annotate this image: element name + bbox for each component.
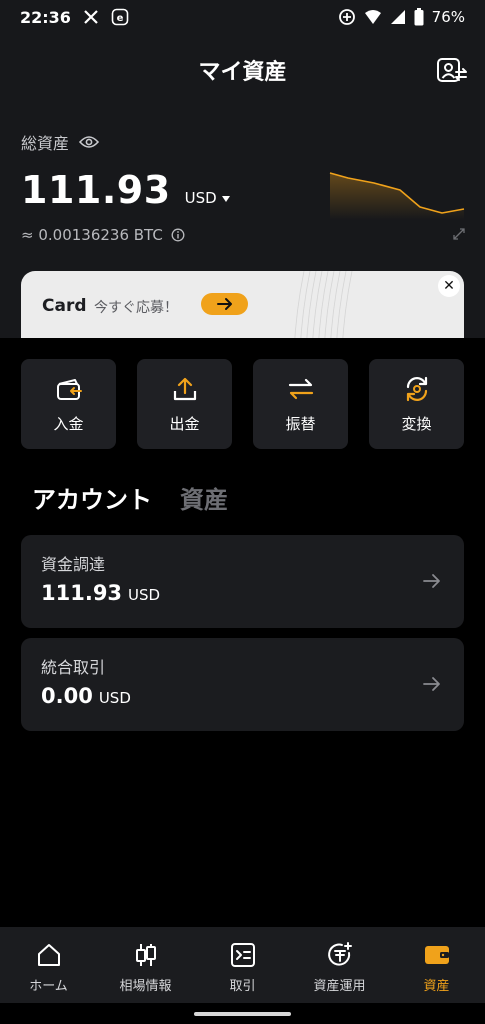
nav-label: 相場情報	[119, 979, 172, 994]
currency-label: USD	[184, 189, 217, 207]
candlestick-icon	[132, 941, 160, 969]
page-title: マイ資産	[198, 60, 287, 85]
balance-sparkline[interactable]	[328, 170, 466, 220]
currency-selector[interactable]: USD	[185, 189, 231, 207]
nav-label: ホーム	[29, 979, 68, 994]
home-icon	[35, 941, 63, 969]
account-name: 資金調達	[41, 555, 106, 574]
nav-assets[interactable]: 資産	[388, 927, 485, 1003]
svg-text:e: e	[117, 13, 124, 24]
banner-subtitle: 今すぐ応募！	[94, 300, 178, 316]
status-time: 22:36	[20, 7, 71, 27]
nav-trade[interactable]: 取引	[194, 927, 291, 1003]
transfer-button[interactable]: 振替	[253, 359, 348, 449]
trade-icon	[229, 941, 257, 969]
transfer-icon	[287, 375, 315, 403]
tab-account[interactable]: アカウント	[32, 480, 152, 515]
arrow-right-icon	[423, 677, 440, 691]
x-logo-icon	[83, 9, 99, 25]
nav-label: 取引	[229, 979, 256, 994]
arrow-right-icon	[216, 298, 232, 310]
total-assets-label-row: 総資産	[21, 130, 100, 154]
deposit-icon	[55, 375, 83, 403]
banner-close-button[interactable]: ✕	[438, 275, 460, 297]
status-bar: 22:36 e 76%	[0, 0, 485, 34]
signal-icon	[390, 9, 406, 25]
convert-button[interactable]: 変換	[369, 359, 464, 449]
e-app-icon: e	[111, 8, 129, 26]
nav-label: 資産	[423, 979, 450, 994]
account-currency: USD	[128, 586, 161, 604]
transfer-label: 振替	[285, 414, 316, 433]
home-indicator[interactable]	[194, 1012, 291, 1016]
tab-assets[interactable]: 資産	[180, 480, 228, 515]
withdraw-icon	[171, 375, 199, 403]
account-balance: 111.93	[41, 581, 123, 605]
account-currency: USD	[98, 689, 131, 707]
convert-icon	[403, 375, 431, 403]
nav-earn[interactable]: 資産運用	[291, 927, 388, 1003]
convert-label: 変換	[401, 414, 432, 433]
eye-icon[interactable]	[79, 135, 100, 149]
withdraw-button[interactable]: 出金	[137, 359, 232, 449]
earn-icon	[326, 941, 354, 969]
nav-markets[interactable]: 相場情報	[97, 927, 194, 1003]
close-icon: ✕	[443, 278, 455, 294]
deposit-button[interactable]: 入金	[21, 359, 116, 449]
battery-level: 76%	[431, 8, 465, 26]
banner-title: Card	[42, 296, 87, 316]
deposit-label: 入金	[53, 414, 84, 433]
nav-label: 資産運用	[313, 979, 366, 994]
battery-icon	[414, 8, 424, 26]
total-balance: 111.93	[21, 168, 171, 212]
asset-tabs: アカウント 資産	[32, 480, 228, 515]
account-card-funding[interactable]: 資金調達 111.93 USD	[21, 535, 464, 628]
wifi-icon	[364, 9, 382, 25]
arrow-right-icon	[423, 574, 440, 588]
balance-row: 111.93 USD	[21, 168, 231, 212]
account-balance: 0.00	[41, 684, 93, 708]
banner-apply-button[interactable]	[201, 293, 248, 315]
btc-equivalent-row: ≈ 0.00136236 BTC	[21, 226, 185, 244]
btc-equivalent: ≈ 0.00136236 BTC	[21, 226, 163, 244]
profile-switch-icon[interactable]	[435, 54, 469, 88]
account-amount: 111.93 USD	[41, 581, 160, 605]
account-amount: 0.00 USD	[41, 684, 131, 708]
account-card-unified-trading[interactable]: 統合取引 0.00 USD	[21, 638, 464, 731]
data-saver-icon	[338, 8, 356, 26]
withdraw-label: 出金	[169, 414, 200, 433]
caret-down-icon	[221, 189, 231, 207]
info-icon[interactable]	[171, 228, 185, 242]
account-name: 統合取引	[41, 658, 106, 677]
app-header: マイ資産	[0, 46, 485, 94]
wallet-icon	[423, 941, 451, 969]
nav-home[interactable]: ホーム	[0, 927, 97, 1003]
bottom-navigation: ホーム 相場情報 取引 資産運用 資産	[0, 927, 485, 1003]
expand-chart-icon[interactable]	[452, 227, 466, 241]
total-assets-label: 総資産	[21, 134, 70, 153]
quick-actions: 入金 出金 振替 変換	[21, 359, 464, 449]
